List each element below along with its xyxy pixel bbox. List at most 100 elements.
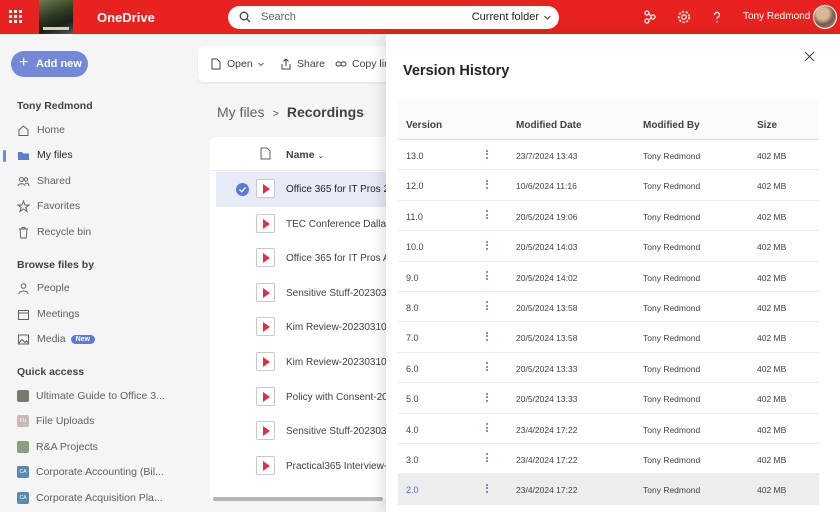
more-options-icon[interactable] xyxy=(485,148,489,162)
file-row[interactable]: Office 365 for IT Pros 2 xyxy=(216,172,390,207)
gear-icon[interactable] xyxy=(676,9,692,25)
file-name[interactable]: Sensitive Stuff-2023030 xyxy=(286,426,386,437)
file-row[interactable]: Sensitive Stuff-2023030 xyxy=(210,414,390,449)
top-bar: OneDrive Search Current folder Tony Redm… xyxy=(0,0,840,34)
nav-item-label: Home xyxy=(37,124,66,136)
version-number[interactable]: 8.0 xyxy=(406,303,419,313)
quick-item-file-uploads[interactable]: FU File Uploads xyxy=(17,412,197,430)
more-options-icon[interactable] xyxy=(485,452,489,466)
nav-item-shared[interactable]: Shared xyxy=(17,172,197,190)
modified-date-column-header[interactable]: Modified Date xyxy=(516,120,582,131)
version-number[interactable]: 6.0 xyxy=(406,364,419,374)
site-thumbnail xyxy=(17,441,29,453)
nav-item-media[interactable]: Media New xyxy=(17,330,197,348)
search-input[interactable]: Search xyxy=(261,11,296,23)
file-size: 402 MB xyxy=(757,424,787,435)
version-number[interactable]: 9.0 xyxy=(406,273,419,283)
file-name[interactable]: Policy with Consent-20 xyxy=(286,392,386,403)
version-row[interactable]: 10.0 20/5/2024 14:03 Tony Redmond 402 MB xyxy=(398,231,819,262)
version-number[interactable]: 4.0 xyxy=(406,425,419,435)
search-box[interactable]: Search Current folder xyxy=(228,6,559,29)
video-file-icon xyxy=(256,352,275,371)
nav-item-recycle-bin[interactable]: Recycle bin xyxy=(17,223,197,241)
version-number[interactable]: 5.0 xyxy=(406,394,419,404)
version-number[interactable]: 13.0 xyxy=(406,151,424,161)
active-indicator xyxy=(3,150,6,162)
search-scope-dropdown[interactable]: Current folder xyxy=(472,11,539,23)
open-button[interactable]: Open xyxy=(210,58,265,70)
more-options-icon[interactable] xyxy=(485,270,489,284)
nav-item-meetings[interactable]: Meetings xyxy=(17,305,197,323)
file-name[interactable]: Office 365 for IT Pros 2 xyxy=(286,184,386,195)
file-row[interactable]: Sensitive Stuff-2023031 xyxy=(210,276,390,311)
share-network-icon[interactable] xyxy=(642,9,658,25)
nav-item-home[interactable]: Home xyxy=(17,121,197,139)
share-button[interactable]: Share xyxy=(280,58,325,70)
version-row[interactable]: 7.0 20/5/2024 13:58 Tony Redmond 402 MB xyxy=(398,322,819,353)
more-options-icon[interactable] xyxy=(485,482,489,496)
modified-by-column-header[interactable]: Modified By xyxy=(643,120,700,131)
version-column-header[interactable]: Version xyxy=(406,120,442,131)
modified-by: Tony Redmond xyxy=(643,181,701,192)
copy-link-button[interactable]: Copy lin xyxy=(335,58,390,70)
version-row[interactable]: 12.0 10/6/2024 11:16 Tony Redmond 402 MB xyxy=(398,170,819,201)
version-number[interactable]: 7.0 xyxy=(406,333,419,343)
file-name[interactable]: Practical365 Interview- xyxy=(286,461,386,472)
version-row[interactable]: 2.0 23/4/2024 17:22 Tony Redmond 402 MB xyxy=(398,474,819,505)
size-column-header[interactable]: Size xyxy=(757,120,777,131)
horizontal-scrollbar[interactable] xyxy=(213,497,383,501)
nav-item-my-files[interactable]: My files xyxy=(17,146,197,164)
version-row[interactable]: 11.0 20/5/2024 19:06 Tony Redmond 402 MB xyxy=(398,201,819,232)
more-options-icon[interactable] xyxy=(485,391,489,405)
quick-item-corporate-accounting[interactable]: CA Corporate Accounting (Bil... xyxy=(17,463,197,481)
version-row[interactable]: 13.0 23/7/2024 13:43 Tony Redmond 402 MB xyxy=(398,140,819,171)
close-icon[interactable] xyxy=(804,51,815,62)
version-row[interactable]: 3.0 23/4/2024 17:22 Tony Redmond 402 MB xyxy=(398,444,819,475)
file-name[interactable]: Kim Review-20230310_ xyxy=(286,322,386,333)
more-options-icon[interactable] xyxy=(485,422,489,436)
nav-item-people[interactable]: People xyxy=(17,279,197,297)
file-row[interactable]: Office 365 for IT Pros A xyxy=(210,241,390,276)
breadcrumb-my-files[interactable]: My files xyxy=(217,104,264,120)
version-row[interactable]: 5.0 20/5/2024 13:33 Tony Redmond 402 MB xyxy=(398,383,819,414)
version-number[interactable]: 2.0 xyxy=(406,485,419,495)
file-row[interactable]: Policy with Consent-20 xyxy=(210,380,390,415)
app-launcher-icon[interactable] xyxy=(9,10,23,24)
quick-item-ra-projects[interactable]: R&A Projects xyxy=(17,438,197,456)
file-name[interactable]: Kim Review-20230310_ xyxy=(286,357,386,368)
browse-heading: Browse files by xyxy=(17,259,95,271)
quick-item-ultimate-guide[interactable]: Ultimate Guide to Office 3... xyxy=(17,387,197,405)
version-row[interactable]: 4.0 23/4/2024 17:22 Tony Redmond 402 MB xyxy=(398,414,819,444)
file-row[interactable]: Practical365 Interview- xyxy=(210,449,390,484)
more-options-icon[interactable] xyxy=(485,239,489,253)
checkmark-icon[interactable] xyxy=(236,183,249,196)
version-row[interactable]: 8.0 20/5/2024 13:58 Tony Redmond 402 MB xyxy=(398,292,819,323)
version-row[interactable]: 6.0 20/5/2024 13:33 Tony Redmond 402 MB xyxy=(398,353,819,384)
more-options-icon[interactable] xyxy=(485,209,489,223)
more-options-icon[interactable] xyxy=(485,300,489,314)
version-number[interactable]: 3.0 xyxy=(406,455,419,465)
version-number[interactable]: 10.0 xyxy=(406,242,424,252)
quick-item-corporate-acquisition[interactable]: CA Corporate Acquisition Pla... xyxy=(17,489,197,507)
file-row[interactable]: Kim Review-20230310_ xyxy=(210,345,390,380)
account-name[interactable]: Tony Redmond xyxy=(743,11,810,22)
file-name[interactable]: Office 365 for IT Pros A xyxy=(286,253,386,264)
help-icon[interactable] xyxy=(709,9,725,25)
file-name[interactable]: Sensitive Stuff-2023031 xyxy=(286,288,386,299)
more-options-icon[interactable] xyxy=(485,178,489,192)
file-name[interactable]: TEC Conference Dallas xyxy=(286,219,386,230)
version-history-panel: Version History Version Modified Date Mo… xyxy=(386,34,840,512)
file-row[interactable]: Kim Review-20230310_ xyxy=(210,310,390,345)
app-name[interactable]: OneDrive xyxy=(97,10,155,25)
nav-item-favorites[interactable]: Favorites xyxy=(17,197,197,215)
version-number[interactable]: 12.0 xyxy=(406,181,424,191)
version-row[interactable]: 9.0 20/5/2024 14:02 Tony Redmond 402 MB xyxy=(398,262,819,292)
file-row[interactable]: TEC Conference Dallas xyxy=(210,207,390,242)
add-new-button[interactable]: + Add new xyxy=(11,51,88,77)
avatar[interactable] xyxy=(813,5,837,29)
name-column-header[interactable]: Name ⌄ xyxy=(286,149,324,161)
version-number[interactable]: 11.0 xyxy=(406,212,423,222)
more-options-icon[interactable] xyxy=(485,361,489,375)
site-badge: CA xyxy=(17,492,29,504)
more-options-icon[interactable] xyxy=(485,330,489,344)
